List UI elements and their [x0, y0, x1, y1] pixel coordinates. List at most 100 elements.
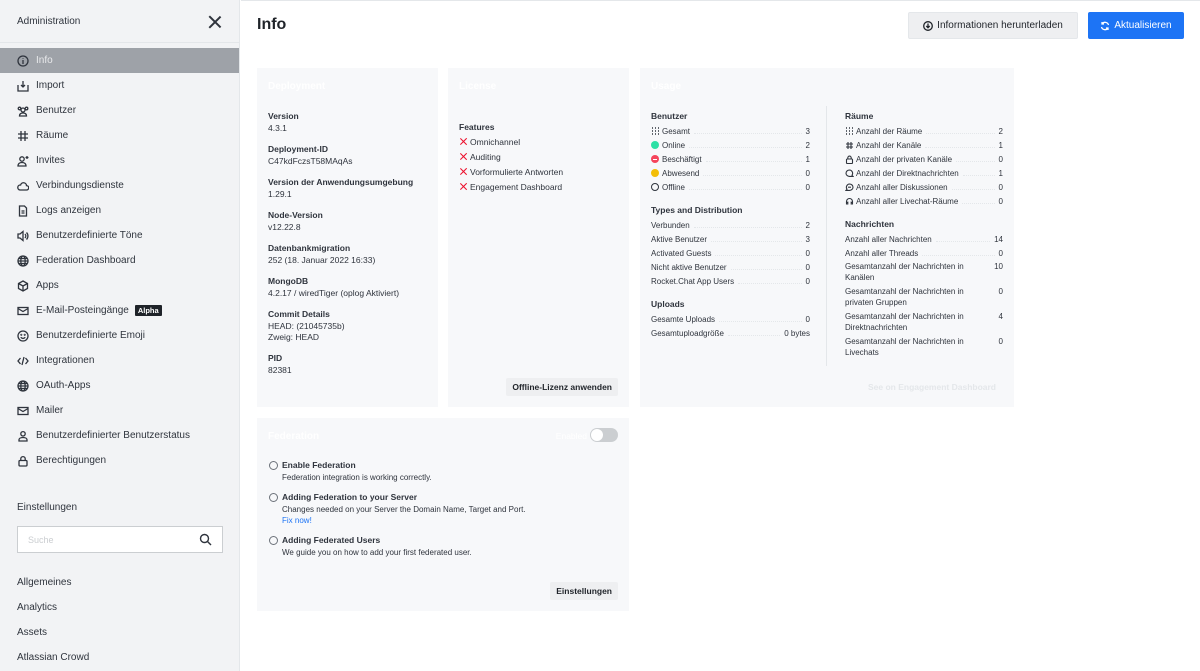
sidebar-item-label: Federation Dashboard: [36, 255, 136, 266]
sidebar-item-custom-user-status[interactable]: Benutzerdefinierter Benutzerstatus: [0, 423, 239, 448]
row-label: Anzahl der Räume: [856, 126, 923, 136]
usage-row-away: Abwesend 0: [651, 166, 810, 180]
messages-section-title: Nachrichten: [845, 219, 895, 229]
hashtag-icon: [845, 141, 854, 150]
settings-item-atlassian-crowd[interactable]: Atlassian Crowd: [17, 645, 89, 670]
usage-row-direct-messages-count: Gesamtanzahl der Nachrichten in Direktna…: [845, 311, 1003, 333]
sidebar-item-emoji[interactable]: Benutzerdefinierte Emoji: [0, 323, 239, 348]
usage-row-active-users: Aktive Benutzer 3: [651, 232, 810, 246]
sidebar-item-label: Invites: [36, 155, 65, 166]
apply-offline-license-button[interactable]: Offline-Lizenz anwenden: [506, 378, 618, 396]
grid-icon: [845, 126, 854, 136]
field-value: v12.22.8: [268, 222, 301, 232]
row-value: 1: [998, 168, 1003, 178]
field-value: 4.3.1: [268, 123, 287, 133]
settings-search: [17, 526, 223, 553]
main-content: Info Informationen herunterladen Aktuali…: [241, 0, 1200, 671]
federation-card-title: Federation: [268, 431, 320, 442]
engagement-dashboard-link[interactable]: See on Engagement Dashboard: [868, 382, 996, 392]
sidebar-item-invites[interactable]: Invites: [0, 148, 239, 173]
sidebar-item-connectivity[interactable]: Verbindungsdienste: [0, 173, 239, 198]
settings-item-assets[interactable]: Assets: [17, 620, 89, 645]
row-value: 0 bytes: [784, 328, 810, 338]
download-info-button[interactable]: Informationen herunterladen: [908, 12, 1078, 39]
row-label: Gesamtuploadgröße: [651, 328, 724, 338]
field-label: Datenbankmigration: [268, 243, 351, 253]
row-label: Verbunden: [651, 220, 690, 230]
step-status-icon: [269, 493, 278, 502]
settings-item-analytics[interactable]: Analytics: [17, 595, 89, 620]
sidebar-item-mailer[interactable]: Mailer: [0, 398, 239, 423]
sidebar-item-rooms[interactable]: Räume: [0, 123, 239, 148]
globe-icon: [17, 379, 29, 392]
usage-row-total-uploads: Gesamte Uploads 0: [651, 312, 810, 326]
field-label: Version der Anwendungsumgebung: [268, 177, 414, 187]
deployment-card: Deployment Version 4.3.1 Deployment-ID C…: [257, 68, 438, 407]
sidebar-item-label: Berechtigungen: [36, 455, 107, 466]
cross-icon: [459, 137, 468, 146]
row-value: 0: [998, 337, 1003, 346]
row-value: 14: [994, 234, 1003, 244]
sidebar-item-apps[interactable]: Apps: [0, 273, 239, 298]
usage-row-inactive-users: Nicht aktive Benutzer 0: [651, 260, 810, 274]
field-label: PID: [268, 353, 283, 363]
row-label: Gesamtanzahl der Nachrichten in privaten…: [845, 287, 964, 307]
settings-search-input[interactable]: [28, 534, 199, 545]
lock-icon: [17, 455, 29, 467]
page-title: Info: [257, 16, 287, 33]
sidebar-item-integrations[interactable]: Integrationen: [0, 348, 239, 373]
row-label: Anzahl aller Threads: [845, 248, 919, 258]
row-label: Aktive Benutzer: [651, 234, 708, 244]
usage-row-livechat-rooms: Anzahl aller Livechat-Räume 0: [845, 194, 1003, 208]
settings-section-title: Einstellungen: [17, 502, 78, 513]
lock-icon: [845, 155, 854, 164]
field-value: 82381: [268, 365, 292, 375]
field-mongodb: MongoDB 4.2.17 / wiredTiger (oplog Aktiv…: [268, 276, 413, 299]
sidebar-item-users[interactable]: Benutzer: [0, 98, 239, 123]
federation-settings-button[interactable]: Einstellungen: [550, 582, 618, 600]
users-section-title: Benutzer: [651, 111, 688, 121]
sidebar-item-import[interactable]: Import: [0, 73, 239, 98]
sidebar-item-federation-dashboard[interactable]: Federation Dashboard: [0, 248, 239, 273]
import-icon: [17, 80, 29, 92]
sidebar-item-label: Info: [36, 55, 53, 66]
row-value: 0: [998, 154, 1003, 164]
mail-icon: [17, 405, 29, 417]
sidebar-item-label: E-Mail-Posteingänge: [36, 305, 129, 316]
license-card-title: License: [459, 81, 497, 92]
sidebar-item-oauth-apps[interactable]: OAuth-Apps: [0, 373, 239, 398]
row-value: 0: [805, 182, 810, 192]
usage-card-title: Usage: [651, 81, 682, 92]
search-icon[interactable]: [199, 533, 212, 546]
sidebar-item-label: Logs anzeigen: [36, 205, 102, 216]
sidebar-item-info[interactable]: Info: [0, 48, 239, 73]
sidebar-item-permissions[interactable]: Berechtigungen: [0, 448, 239, 473]
admin-sidebar: Administration Info Import Benutzer Räum…: [0, 0, 240, 671]
sidebar-item-sounds[interactable]: Benutzerdefinierte Töne: [0, 223, 239, 248]
field-label: Node-Version: [268, 210, 323, 220]
federation-step-server: Adding Federation to your Server Changes…: [269, 492, 526, 525]
row-value: 0: [998, 248, 1003, 258]
usage-row-busy: Beschäftigt 1: [651, 152, 810, 166]
sidebar-item-logs[interactable]: Logs anzeigen: [0, 198, 239, 223]
sidebar-item-label: Benutzerdefinierter Benutzerstatus: [36, 430, 190, 441]
chat-bubble-icon: [845, 168, 854, 178]
sidebar-item-label: Benutzer: [36, 105, 77, 116]
refresh-button[interactable]: Aktualisieren: [1088, 12, 1184, 39]
settings-item-general[interactable]: Allgemeines: [17, 570, 89, 595]
license-features: Features Omnichannel Auditing Vorformuli…: [459, 122, 563, 194]
field-db-migration: Datenbankmigration 252 (18. Januar 2022 …: [268, 243, 413, 266]
row-label: Gesamte Uploads: [651, 314, 716, 324]
usage-row-channel-messages: Gesamtanzahl der Nachrichten in Kanälen 1…: [845, 261, 1003, 283]
cross-icon: [459, 152, 468, 161]
field-value: HEAD: (21045735b): [268, 321, 345, 331]
field-value: 1.29.1: [268, 189, 292, 199]
close-icon[interactable]: [208, 15, 222, 29]
field-label: Deployment-ID: [268, 144, 328, 154]
sidebar-title: Administration: [17, 16, 81, 27]
federation-toggle[interactable]: [590, 428, 618, 442]
sidebar-item-email-inboxes[interactable]: E-Mail-Posteingänge Alpha: [0, 298, 239, 323]
row-label: Rocket.Chat App Users: [651, 276, 735, 286]
fix-now-link[interactable]: Fix now!: [282, 516, 526, 525]
hashtag-icon: [17, 130, 29, 142]
